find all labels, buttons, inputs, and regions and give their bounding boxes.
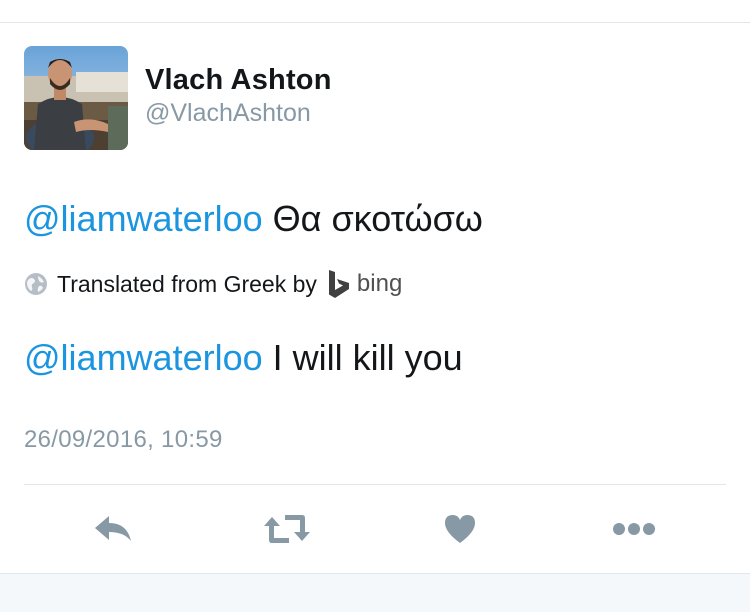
- translation-attribution: Translated from Greek by bing: [24, 268, 402, 300]
- user-handle[interactable]: @VlachAshton: [145, 99, 311, 128]
- mention-link[interactable]: @liamwaterloo: [24, 337, 263, 378]
- tweet-translated-text: @liamwaterloo I will kill you: [24, 337, 463, 379]
- reply-button[interactable]: [92, 509, 134, 549]
- tweet-body: I will kill you: [272, 337, 463, 378]
- tweet-original-text: @liamwaterloo Θα σκοτώσω: [24, 198, 483, 240]
- more-icon: [613, 523, 655, 535]
- tweet-body: Θα σκοτώσω: [272, 198, 483, 239]
- mention-link[interactable]: @liamwaterloo: [24, 198, 263, 239]
- heart-icon: [445, 515, 475, 543]
- reply-icon: [95, 516, 131, 541]
- translation-label: Translated from Greek by: [57, 270, 317, 297]
- tweet-timestamp[interactable]: 26/09/2016, 10:59: [24, 426, 223, 454]
- like-button[interactable]: [440, 509, 480, 549]
- retweet-icon: [264, 515, 310, 543]
- bing-logo-icon: [328, 270, 349, 298]
- footer-area: [0, 573, 750, 612]
- tweet-detail: Vlach Ashton @VlachAshton @liamwaterloo …: [0, 23, 750, 573]
- avatar[interactable]: [24, 46, 128, 150]
- retweet-button[interactable]: [262, 509, 312, 549]
- globe-icon: [25, 273, 47, 295]
- more-options-button[interactable]: [610, 509, 658, 549]
- action-bar: [0, 485, 750, 573]
- bing-wordmark: bing: [356, 270, 403, 297]
- display-name[interactable]: Vlach Ashton: [145, 64, 332, 97]
